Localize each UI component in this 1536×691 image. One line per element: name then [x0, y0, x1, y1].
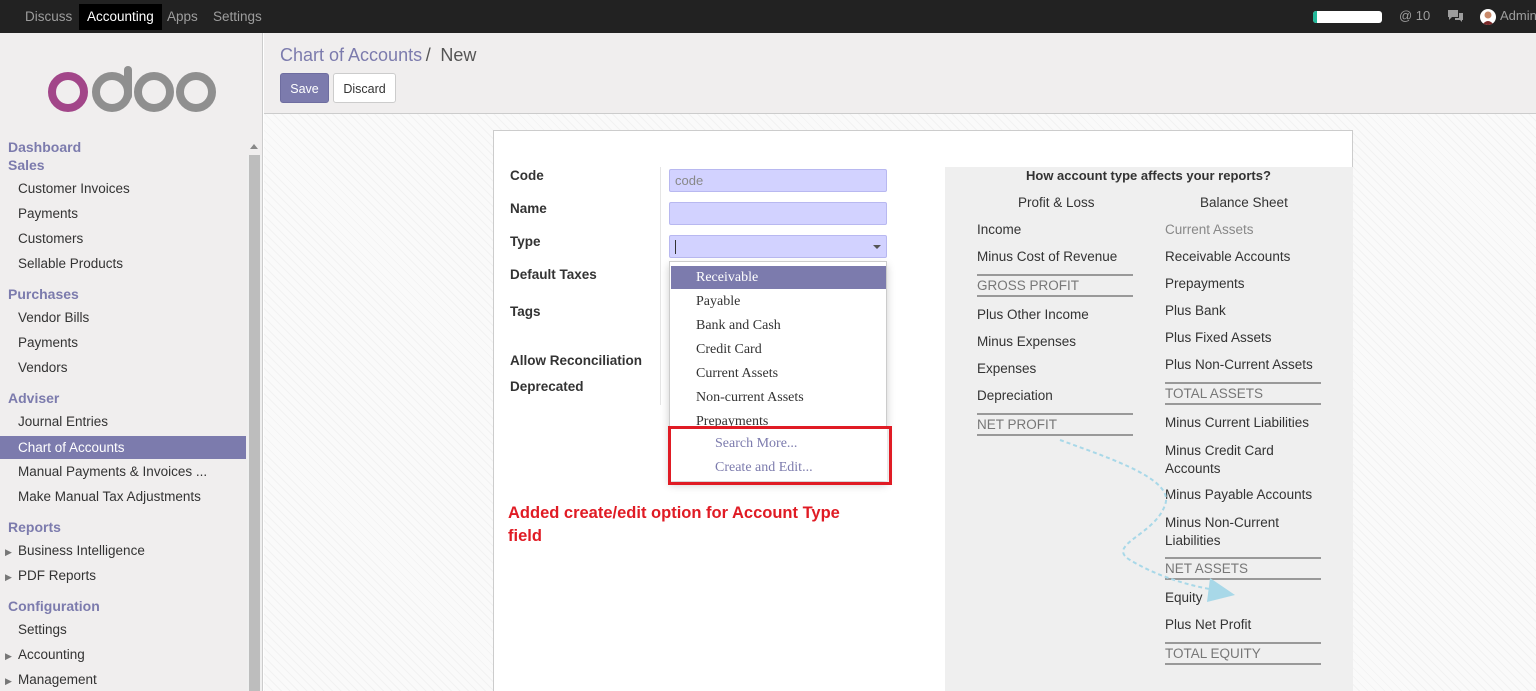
- sidebar-item-accounting[interactable]: Accounting: [18, 647, 85, 662]
- dropdown-option-payable[interactable]: Payable: [671, 290, 886, 313]
- dropdown-option-credit-card[interactable]: Credit Card: [671, 338, 886, 361]
- sidebar-section-sales: Sales: [8, 157, 45, 173]
- menu-discuss[interactable]: Discuss: [17, 4, 80, 30]
- code-label: Code: [510, 168, 544, 183]
- pl-depreciation: Depreciation: [977, 388, 1053, 403]
- sidebar-item-payments[interactable]: Payments: [18, 206, 78, 221]
- user-name[interactable]: Admin: [1500, 8, 1536, 23]
- sidebar-item-settings[interactable]: Settings: [18, 622, 67, 637]
- bs-total-equity: TOTAL EQUITY: [1165, 642, 1321, 665]
- bs-plus-net-profit: Plus Net Profit: [1165, 617, 1252, 632]
- save-button[interactable]: Save: [280, 73, 329, 103]
- name-field[interactable]: [669, 202, 887, 225]
- dropdown-option-current-assets[interactable]: Current Assets: [671, 362, 886, 385]
- progress-indicator: [1313, 11, 1382, 23]
- pl-cost-of-revenue: Minus Cost of Revenue: [977, 249, 1118, 264]
- sidebar-item-manual-tax-adjustments[interactable]: Make Manual Tax Adjustments: [18, 489, 201, 504]
- flow-arrow-icon: [1059, 439, 1235, 602]
- sidebar-scrollbar-thumb[interactable]: [249, 155, 260, 691]
- caret-right-icon[interactable]: ▶: [5, 547, 12, 558]
- sidebar-section-adviser: Adviser: [8, 390, 60, 406]
- top-navbar: Discuss Accounting Apps Settings @ 10 Ad…: [0, 0, 1536, 33]
- pl-net-profit: NET PROFIT: [977, 413, 1133, 436]
- sidebar-section-purchases: Purchases: [8, 286, 79, 302]
- sidebar-item-vendor-bills[interactable]: Vendor Bills: [18, 310, 89, 325]
- pl-minus-expenses: Minus Expenses: [977, 334, 1077, 349]
- bs-receivable-accounts: Receivable Accounts: [1165, 249, 1291, 264]
- profit-loss-header: Profit & Loss: [1018, 195, 1095, 210]
- caret-right-icon[interactable]: ▶: [5, 651, 12, 662]
- sidebar-item-manual-payments[interactable]: Manual Payments & Invoices ...: [18, 464, 207, 479]
- avatar[interactable]: [1480, 9, 1496, 25]
- menu-accounting[interactable]: Accounting: [79, 4, 162, 30]
- discard-button[interactable]: Discard: [333, 73, 396, 103]
- menu-settings[interactable]: Settings: [205, 4, 270, 30]
- bs-plus-bank: Plus Bank: [1165, 303, 1226, 318]
- breadcrumb-chart-of-accounts[interactable]: Chart of Accounts: [280, 45, 422, 65]
- deprecated-label: Deprecated: [510, 379, 584, 394]
- default-taxes-label: Default Taxes: [510, 267, 597, 282]
- scroll-up-arrow-icon[interactable]: [250, 144, 258, 149]
- allow-reconciliation-label: Allow Reconciliation: [510, 353, 643, 368]
- code-field[interactable]: code: [669, 169, 887, 192]
- pl-income: Income: [977, 222, 1022, 237]
- bs-prepayments: Prepayments: [1165, 276, 1245, 291]
- dropdown-option-bank-and-cash[interactable]: Bank and Cash: [671, 314, 886, 337]
- bs-current-assets: Current Assets: [1165, 222, 1254, 237]
- breadcrumb-separator: /: [425, 45, 431, 65]
- caret-right-icon[interactable]: ▶: [5, 572, 12, 583]
- sidebar-item-pdf-reports[interactable]: PDF Reports: [18, 568, 96, 583]
- sidebar-section-dashboard[interactable]: Dashboard: [8, 139, 81, 155]
- highlight-box: [668, 426, 892, 485]
- dropdown-option-receivable[interactable]: Receivable: [671, 266, 886, 289]
- breadcrumb: Chart of Accounts / New: [280, 45, 476, 66]
- balance-sheet-header: Balance Sheet: [1200, 195, 1288, 210]
- menu-apps[interactable]: Apps: [159, 4, 206, 30]
- sidebar-item-customer-invoices[interactable]: Customer Invoices: [18, 181, 130, 196]
- sidebar-item-management[interactable]: Management: [18, 672, 97, 687]
- type-select[interactable]: [669, 235, 887, 258]
- sidebar-item-chart-of-accounts[interactable]: Chart of Accounts: [0, 436, 246, 459]
- dropdown-option-non-current-assets[interactable]: Non-current Assets: [671, 386, 886, 409]
- pl-expenses: Expenses: [977, 361, 1037, 376]
- tags-label: Tags: [510, 304, 541, 319]
- sidebar-item-payments[interactable]: Payments: [18, 335, 78, 350]
- sidebar-item-sellable-products[interactable]: Sellable Products: [18, 256, 123, 271]
- breadcrumb-current: New: [440, 45, 477, 65]
- dropdown-caret-icon[interactable]: [873, 245, 881, 249]
- pl-other-income: Plus Other Income: [977, 307, 1089, 322]
- sidebar-item-business-intelligence[interactable]: Business Intelligence: [18, 543, 145, 558]
- chat-icon[interactable]: [1447, 9, 1464, 22]
- sidebar-item-journal-entries[interactable]: Journal Entries: [18, 414, 108, 429]
- type-label: Type: [510, 234, 541, 249]
- sidebar-section-reports: Reports: [8, 519, 61, 535]
- form-group-separator: [660, 167, 661, 405]
- bs-minus-current-liabilities: Minus Current Liabilities: [1165, 415, 1310, 430]
- sidebar-item-customers[interactable]: Customers: [18, 231, 83, 246]
- help-title: How account type affects your reports?: [1026, 168, 1271, 183]
- messages-counter[interactable]: @ 10: [1399, 8, 1430, 23]
- bs-plus-non-current-assets: Plus Non-Current Assets: [1165, 357, 1313, 372]
- bs-plus-fixed-assets: Plus Fixed Assets: [1165, 330, 1272, 345]
- annotation-text: Added create/edit option for Account Typ…: [508, 504, 840, 545]
- caret-right-icon[interactable]: ▶: [5, 676, 12, 687]
- sidebar-item-vendors[interactable]: Vendors: [18, 360, 68, 375]
- control-panel: Chart of Accounts / New Save Discard: [264, 33, 1536, 114]
- bs-total-assets: TOTAL ASSETS: [1165, 382, 1321, 405]
- sidebar: Dashboard Sales Customer Invoices Paymen…: [0, 33, 263, 691]
- odoo-logo: [47, 66, 217, 114]
- sidebar-section-configuration: Configuration: [8, 598, 100, 614]
- type-dropdown-menu: Receivable Payable Bank and Cash Credit …: [669, 261, 887, 430]
- text-cursor: [675, 240, 676, 254]
- pl-gross-profit: GROSS PROFIT: [977, 274, 1133, 297]
- name-label: Name: [510, 201, 547, 216]
